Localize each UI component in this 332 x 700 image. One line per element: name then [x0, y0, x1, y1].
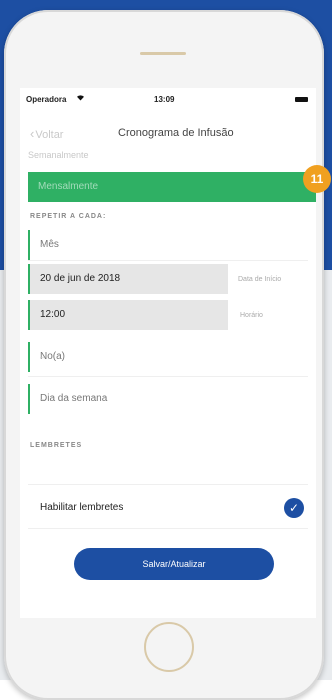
repeat-section-header: REPETIR A CADA: — [30, 213, 107, 220]
weekday-select[interactable]: Dia da semana – — [28, 384, 308, 414]
navigation-bar: ‹Voltar Cronograma de Infusão — [20, 122, 316, 146]
time-field[interactable]: 12:00 — [28, 300, 228, 330]
back-button[interactable]: ‹Voltar — [30, 126, 63, 141]
frequency-option-monthly[interactable]: Mensalmente — [28, 172, 316, 202]
chevron-down-icon: – — [40, 352, 46, 362]
status-bar: Operadora 13:09 — [20, 88, 316, 110]
phone-frame: Operadora 13:09 ‹Voltar Cronograma de In… — [4, 10, 324, 700]
save-update-button[interactable]: Salvar/Atualizar — [74, 548, 274, 580]
checkmark-icon[interactable]: ✓ — [284, 498, 304, 518]
home-button[interactable] — [144, 622, 194, 672]
divider — [28, 484, 308, 485]
back-label: Voltar — [35, 129, 64, 141]
reminders-section-header: LEMBRETES — [30, 442, 83, 449]
frequency-selected-label: Mensalmente — [38, 181, 99, 192]
chevron-down-icon: – — [40, 240, 46, 250]
chevron-left-icon: ‹ — [30, 126, 35, 141]
page-title: Cronograma de Infusão — [118, 127, 234, 139]
carrier-label: Operadora — [26, 95, 67, 104]
time-value: 12:00 — [40, 309, 66, 320]
status-time: 13:09 — [154, 95, 175, 104]
battery-icon — [295, 97, 308, 102]
step-number-badge: 11 — [303, 165, 331, 193]
enable-reminders-row[interactable]: Habilitar lembretes ✓ — [28, 490, 316, 526]
start-date-value: 20 de jun de 2018 — [40, 273, 121, 284]
ordinal-select[interactable]: No(a) – — [28, 342, 308, 372]
frequency-option-weekly[interactable]: Semanalmente — [28, 150, 308, 160]
time-label: Horário — [240, 312, 263, 319]
enable-reminders-label: Habilitar lembretes — [40, 502, 124, 513]
divider — [28, 528, 308, 529]
start-date-field[interactable]: 20 de jun de 2018 — [28, 264, 228, 294]
speaker-grille — [140, 52, 186, 55]
divider — [28, 260, 308, 261]
app-screen: Operadora 13:09 ‹Voltar Cronograma de In… — [20, 88, 316, 618]
wifi-icon — [76, 94, 85, 103]
chevron-down-icon: – — [40, 394, 46, 404]
repeat-unit-select[interactable]: Mês – — [28, 230, 308, 260]
start-date-label: Data de Início — [238, 276, 282, 283]
divider — [28, 376, 308, 377]
